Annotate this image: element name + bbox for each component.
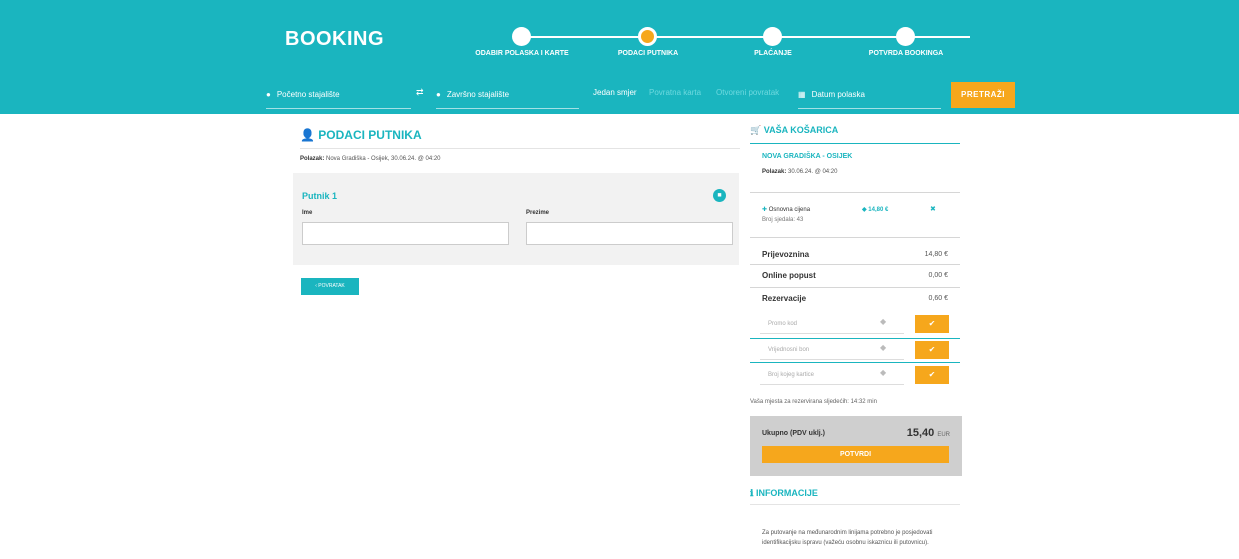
trip-open-return[interactable]: Otvoreni povratak: [716, 88, 779, 97]
brand-logo[interactable]: BOOKING: [285, 28, 384, 51]
search-button[interactable]: PRETRAŽI: [951, 82, 1015, 108]
step-2-dot: [638, 27, 657, 46]
tag-icon: ◆: [880, 368, 887, 377]
total-panel: Ukupno (PDV uklj.) 15,40 EUR POTVRDI: [750, 416, 962, 476]
trip-round[interactable]: Povratna karta: [649, 88, 701, 97]
fare-value: 14,80 €: [924, 251, 948, 258]
price-item-label: ✚ Osnovna cijena: [762, 207, 811, 213]
calendar-icon: ▦: [798, 90, 806, 99]
step-3-label: PLAĆANJE: [754, 50, 792, 57]
cart-divider: [750, 237, 960, 238]
divider: [750, 362, 960, 363]
info-icon: ℹ: [750, 488, 754, 498]
step-1-label: ODABIR POLASKA I KARTE: [475, 50, 569, 57]
info-title: ℹ INFORMACIJE: [750, 488, 818, 498]
divider: [750, 504, 960, 505]
info-text: Za putovanje na međunarodnim linijama po…: [762, 530, 933, 546]
promo-code-row: Promo kod ◆ ✔: [750, 315, 960, 335]
cart-departure: Polazak: 30.06.24. @ 04:20: [762, 169, 838, 175]
map-pin-icon: ●: [436, 90, 441, 99]
fare-label: Prijevoznina: [762, 250, 810, 259]
price-item-amount: ◆ 14,80 €: [862, 207, 889, 213]
remove-icon[interactable]: ✖: [930, 205, 936, 213]
step-3-dot: [763, 27, 782, 46]
from-stop-field[interactable]: ● Početno stajalište: [266, 87, 411, 109]
reservation-timer: Vaša mjesta za rezervirana sljedećih: 14…: [750, 399, 877, 405]
plus-icon: ✚: [762, 207, 768, 213]
online-discount-label: Online popust: [762, 271, 816, 280]
tag-icon: ◆: [880, 317, 887, 326]
lock-icon: ■: [713, 189, 726, 202]
voucher-apply-button[interactable]: ✔: [915, 341, 949, 359]
cart-title: 🛒 VAŠA KOŠARICA: [750, 125, 839, 135]
swap-icon[interactable]: ⇄: [416, 87, 424, 98]
cart-divider: [750, 264, 960, 265]
date-field[interactable]: ▦ Datum polaska: [798, 87, 941, 109]
cart-divider: [750, 287, 960, 288]
cart-divider: [750, 143, 960, 144]
tag-icon: ◆: [862, 207, 867, 213]
last-name-input[interactable]: [526, 222, 733, 245]
last-name-label: Prezime: [526, 210, 550, 216]
cart-icon: 🛒: [750, 125, 762, 135]
total-label: Ukupno (PDV uklj.): [762, 430, 825, 437]
reservation-label: Rezervacije: [762, 294, 807, 303]
chevron-left-icon: ‹: [315, 283, 317, 289]
divider: [300, 148, 740, 149]
user-icon: 👤: [300, 128, 315, 142]
promo-apply-button[interactable]: ✔: [915, 315, 949, 333]
currency: EUR: [937, 432, 950, 438]
step-1-dot: [512, 27, 531, 46]
step-4-dot: [896, 27, 915, 46]
route-name: NOVA GRADIŠKA - OSIJEK: [762, 153, 853, 160]
loyalty-apply-button[interactable]: ✔: [915, 366, 949, 384]
departure-info: Polazak: Nova Gradiška - Osijek, 30.06.2…: [300, 156, 441, 162]
cart-divider: [750, 192, 960, 193]
step-2-label: PODACI PUTNIKA: [617, 50, 679, 57]
page-title: 👤 PODACI PUTNIKA: [300, 128, 422, 142]
first-name-label: Ime: [302, 210, 313, 216]
step-4-label: POTVRDA BOOKINGA: [868, 50, 944, 57]
confirm-button[interactable]: POTVRDI: [762, 446, 949, 463]
from-stop-label: Početno stajalište: [276, 90, 340, 99]
first-name-input[interactable]: [302, 222, 509, 245]
tag-icon: ◆: [880, 343, 887, 352]
reservation-value: 0,60 €: [928, 295, 948, 302]
total-value: 15,40 EUR: [906, 427, 950, 439]
divider: [750, 338, 960, 339]
trip-one-way[interactable]: Jedan smjer: [593, 88, 637, 97]
date-label: Datum polaska: [811, 90, 865, 99]
map-pin-icon: ●: [266, 90, 271, 99]
to-stop-field[interactable]: ● Završno stajalište: [436, 87, 579, 109]
passenger-form: Putnik 1 ■ Ime Prezime: [293, 173, 739, 265]
voucher-row: Vrijednosni bon ◆ ✔: [750, 341, 960, 361]
to-stop-label: Završno stajalište: [446, 90, 510, 99]
back-button[interactable]: ‹ POVRATAK: [301, 278, 359, 295]
loyalty-card-row: Broj kojeg kartice ◆ ✔: [750, 366, 960, 386]
online-discount-value: 0,00 €: [928, 272, 948, 279]
seat-number: Broj sjedala: 43: [762, 217, 804, 223]
passenger-title: Putnik 1: [302, 191, 338, 201]
